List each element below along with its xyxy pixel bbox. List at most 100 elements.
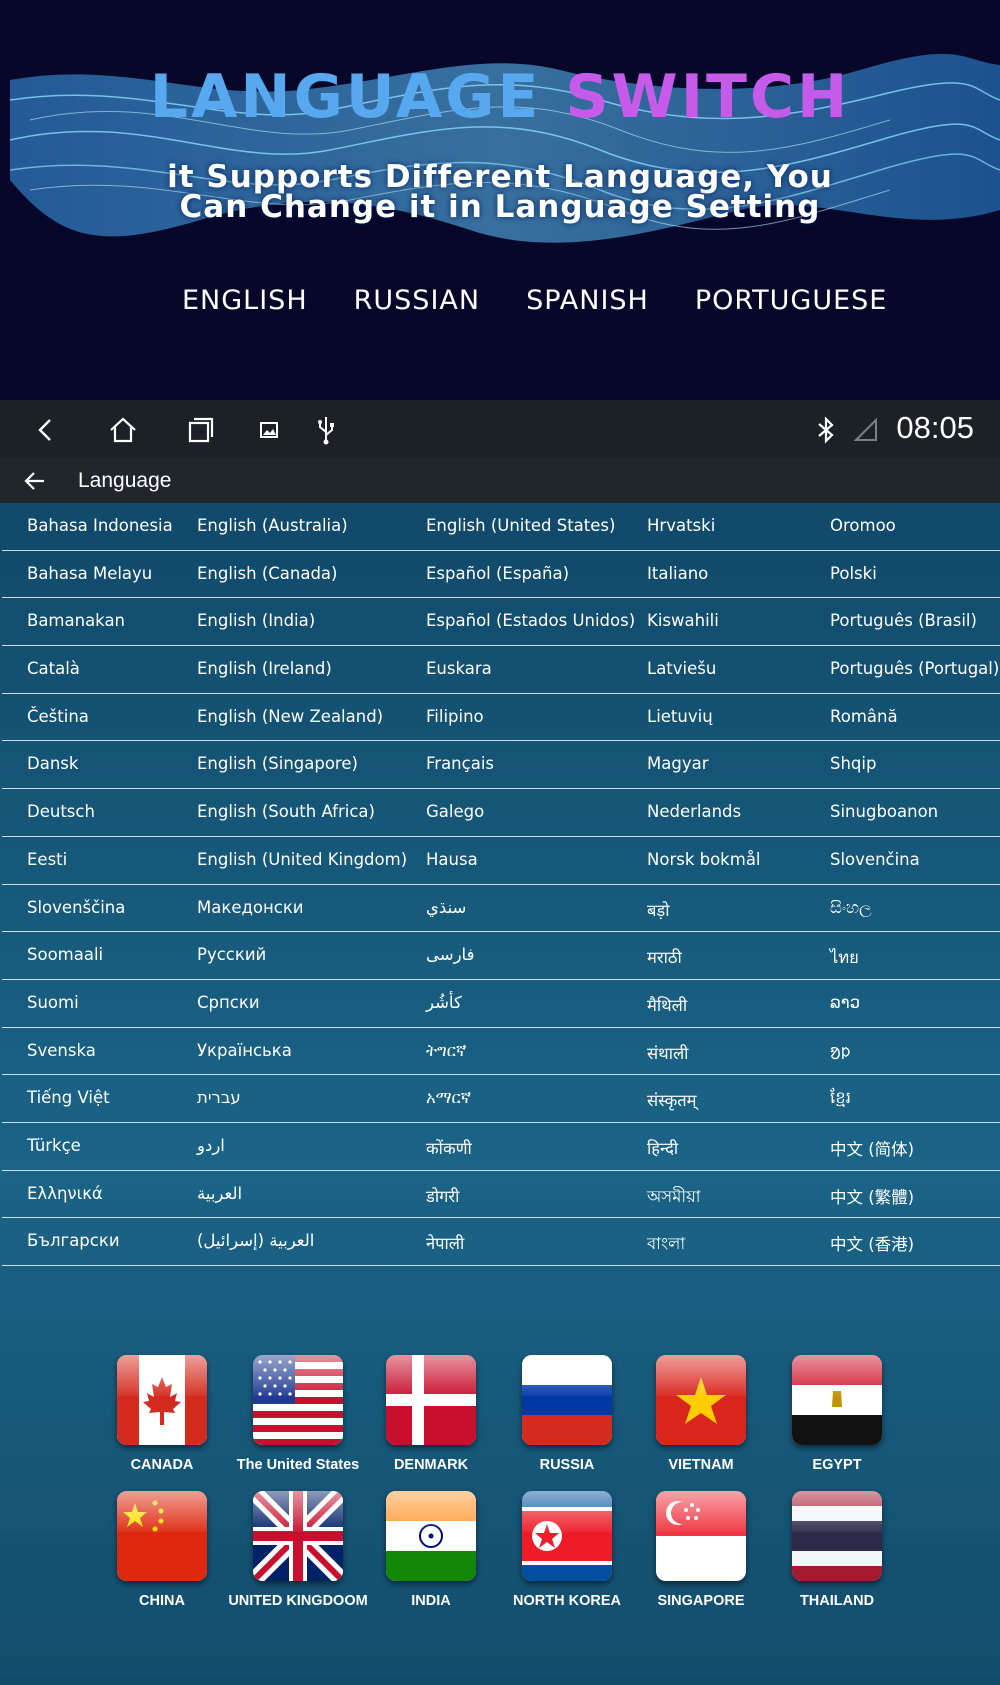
language-option[interactable]: Dansk xyxy=(27,754,78,773)
language-option[interactable]: English (United Kingdom) xyxy=(197,850,407,869)
language-option[interactable]: اردو xyxy=(197,1136,225,1155)
back-arrow-icon[interactable] xyxy=(22,468,48,494)
language-option[interactable]: Kiswahili xyxy=(647,611,719,630)
language-option[interactable]: 中文 (繁體) xyxy=(830,1184,914,1208)
language-option[interactable]: Sinugboanon xyxy=(830,802,938,821)
language-option[interactable]: मराठी xyxy=(647,945,682,968)
android-screen: 08:05 Language Bahasa Indonesia English (… xyxy=(0,400,1000,1685)
language-option[interactable]: বাংলা xyxy=(647,1231,685,1258)
language-option[interactable]: Ελληνικά xyxy=(27,1184,103,1203)
language-option[interactable]: ትግርኛ xyxy=(426,1041,466,1061)
language-option[interactable]: Bahasa Indonesia xyxy=(27,516,173,535)
language-option[interactable]: Bahasa Melayu xyxy=(27,564,152,583)
usb-icon[interactable] xyxy=(310,414,342,446)
language-option[interactable]: संथाली xyxy=(647,1041,688,1064)
language-option[interactable]: Català xyxy=(27,659,80,678)
language-option[interactable]: Bamanakan xyxy=(27,611,125,630)
language-option[interactable]: کأشُر xyxy=(426,993,462,1012)
language-option[interactable]: बड़ो xyxy=(647,898,670,921)
language-option[interactable]: Hrvatski xyxy=(647,516,715,535)
language-option[interactable]: العربية xyxy=(197,1184,242,1203)
language-row: Bamanakan English (India) Español (Estados… xyxy=(2,598,1000,647)
banner-language: RUSSIAN xyxy=(353,285,481,316)
language-row: Català English (Ireland) Euskara Latviešu Po… xyxy=(2,646,1000,694)
language-row: Ελληνικά العربية डोगरी অসমীয়া 中文 (繁體) xyxy=(2,1171,1000,1219)
language-option[interactable]: English (Canada) xyxy=(197,564,337,583)
flag-item: CANADA xyxy=(92,1355,232,1473)
language-option[interactable]: 中文 (香港) xyxy=(830,1231,914,1255)
language-option[interactable]: Українська xyxy=(197,1041,292,1060)
language-option[interactable]: नेपाली xyxy=(426,1231,464,1254)
back-icon[interactable] xyxy=(30,414,62,446)
language-option[interactable]: Português (Brasil) xyxy=(830,611,977,630)
language-option[interactable]: Español (España) xyxy=(426,564,569,583)
language-option[interactable]: العربية (إسرائيل) xyxy=(197,1231,314,1250)
language-option[interactable]: English (Ireland) xyxy=(197,659,332,678)
language-option[interactable]: हिन्दी xyxy=(647,1136,678,1159)
language-option[interactable]: Tiếng Việt xyxy=(27,1088,110,1107)
language-option[interactable]: Nederlands xyxy=(647,802,741,821)
language-option[interactable]: Türkçe xyxy=(27,1136,81,1155)
language-option[interactable]: Português (Portugal) xyxy=(830,659,999,678)
language-option[interactable]: ខ្មែរ xyxy=(830,1088,851,1112)
language-option[interactable]: Română xyxy=(830,707,898,726)
screenshot-icon[interactable] xyxy=(253,414,285,446)
language-option[interactable]: Soomaali xyxy=(27,945,103,964)
language-option[interactable]: English (India) xyxy=(197,611,315,630)
language-option[interactable]: 中文 (简体) xyxy=(830,1136,914,1160)
language-option[interactable]: संस्कृतम् xyxy=(647,1088,697,1111)
language-option[interactable]: English (South Africa) xyxy=(197,802,375,821)
language-row: Svenska Українська ትግርኛ संथाली ᱚᱞ xyxy=(2,1028,1000,1076)
language-option[interactable]: Italiano xyxy=(647,564,708,583)
language-option[interactable]: English (United States) xyxy=(426,516,615,535)
home-icon[interactable] xyxy=(107,414,139,446)
language-option[interactable]: डोगरी xyxy=(426,1184,459,1207)
language-option[interactable]: עברית xyxy=(197,1088,241,1107)
language-option[interactable]: ລາວ xyxy=(830,993,860,1012)
language-option[interactable]: Shqip xyxy=(830,754,876,773)
language-option[interactable]: Lietuvių xyxy=(647,707,713,726)
russia-flag-icon xyxy=(522,1355,612,1445)
flag-label: CANADA xyxy=(130,1457,194,1473)
language-option[interactable]: Српски xyxy=(197,993,260,1012)
language-option[interactable]: Oromoo xyxy=(830,516,896,535)
language-option[interactable]: অসমীয়া xyxy=(647,1184,701,1211)
language-option[interactable]: ᱚᱞ xyxy=(830,1041,850,1064)
language-option[interactable]: සිංහල xyxy=(830,898,872,918)
language-option[interactable]: Galego xyxy=(426,802,484,821)
language-option[interactable]: Polski xyxy=(830,564,877,583)
language-option[interactable]: Hausa xyxy=(426,850,478,869)
language-option[interactable]: Svenska xyxy=(27,1041,96,1060)
language-option[interactable]: Français xyxy=(426,754,494,773)
language-option[interactable]: Slovenščina xyxy=(27,898,125,917)
language-option[interactable]: Български xyxy=(27,1231,120,1250)
north-korea-flag-icon xyxy=(522,1491,612,1581)
language-option[interactable]: English (New Zealand) xyxy=(197,707,383,726)
language-option[interactable]: Euskara xyxy=(426,659,492,678)
language-option[interactable]: سنڌي xyxy=(426,898,466,917)
language-option[interactable]: कोंकणी xyxy=(426,1136,472,1159)
language-option[interactable]: Español (Estados Unidos) xyxy=(426,611,635,630)
language-option[interactable]: Русский xyxy=(197,945,266,964)
language-option[interactable]: Македонски xyxy=(197,898,304,917)
signal-icon xyxy=(853,417,877,441)
banner-language: PORTUGUESE xyxy=(694,285,888,316)
recent-apps-icon[interactable] xyxy=(185,414,217,446)
language-option[interactable]: አማርኛ xyxy=(426,1088,471,1108)
language-option[interactable]: Latviešu xyxy=(647,659,716,678)
language-option[interactable]: मैथिली xyxy=(647,993,687,1016)
language-option[interactable]: Filipino xyxy=(426,707,484,726)
language-option[interactable]: Eesti xyxy=(27,850,67,869)
flag-item: UNITED KINGDOOM xyxy=(228,1491,368,1609)
flag-item: SINGAPORE xyxy=(631,1491,771,1609)
language-option[interactable]: ไทย xyxy=(830,945,859,971)
language-option[interactable]: Deutsch xyxy=(27,802,95,821)
language-option[interactable]: Magyar xyxy=(647,754,708,773)
language-option[interactable]: Čeština xyxy=(27,707,89,726)
language-option[interactable]: English (Australia) xyxy=(197,516,348,535)
language-option[interactable]: English (Singapore) xyxy=(197,754,358,773)
language-option[interactable]: Slovenčina xyxy=(830,850,920,869)
language-option[interactable]: فارسی xyxy=(426,945,474,964)
language-option[interactable]: Suomi xyxy=(27,993,79,1012)
language-option[interactable]: Norsk bokmål xyxy=(647,850,761,869)
